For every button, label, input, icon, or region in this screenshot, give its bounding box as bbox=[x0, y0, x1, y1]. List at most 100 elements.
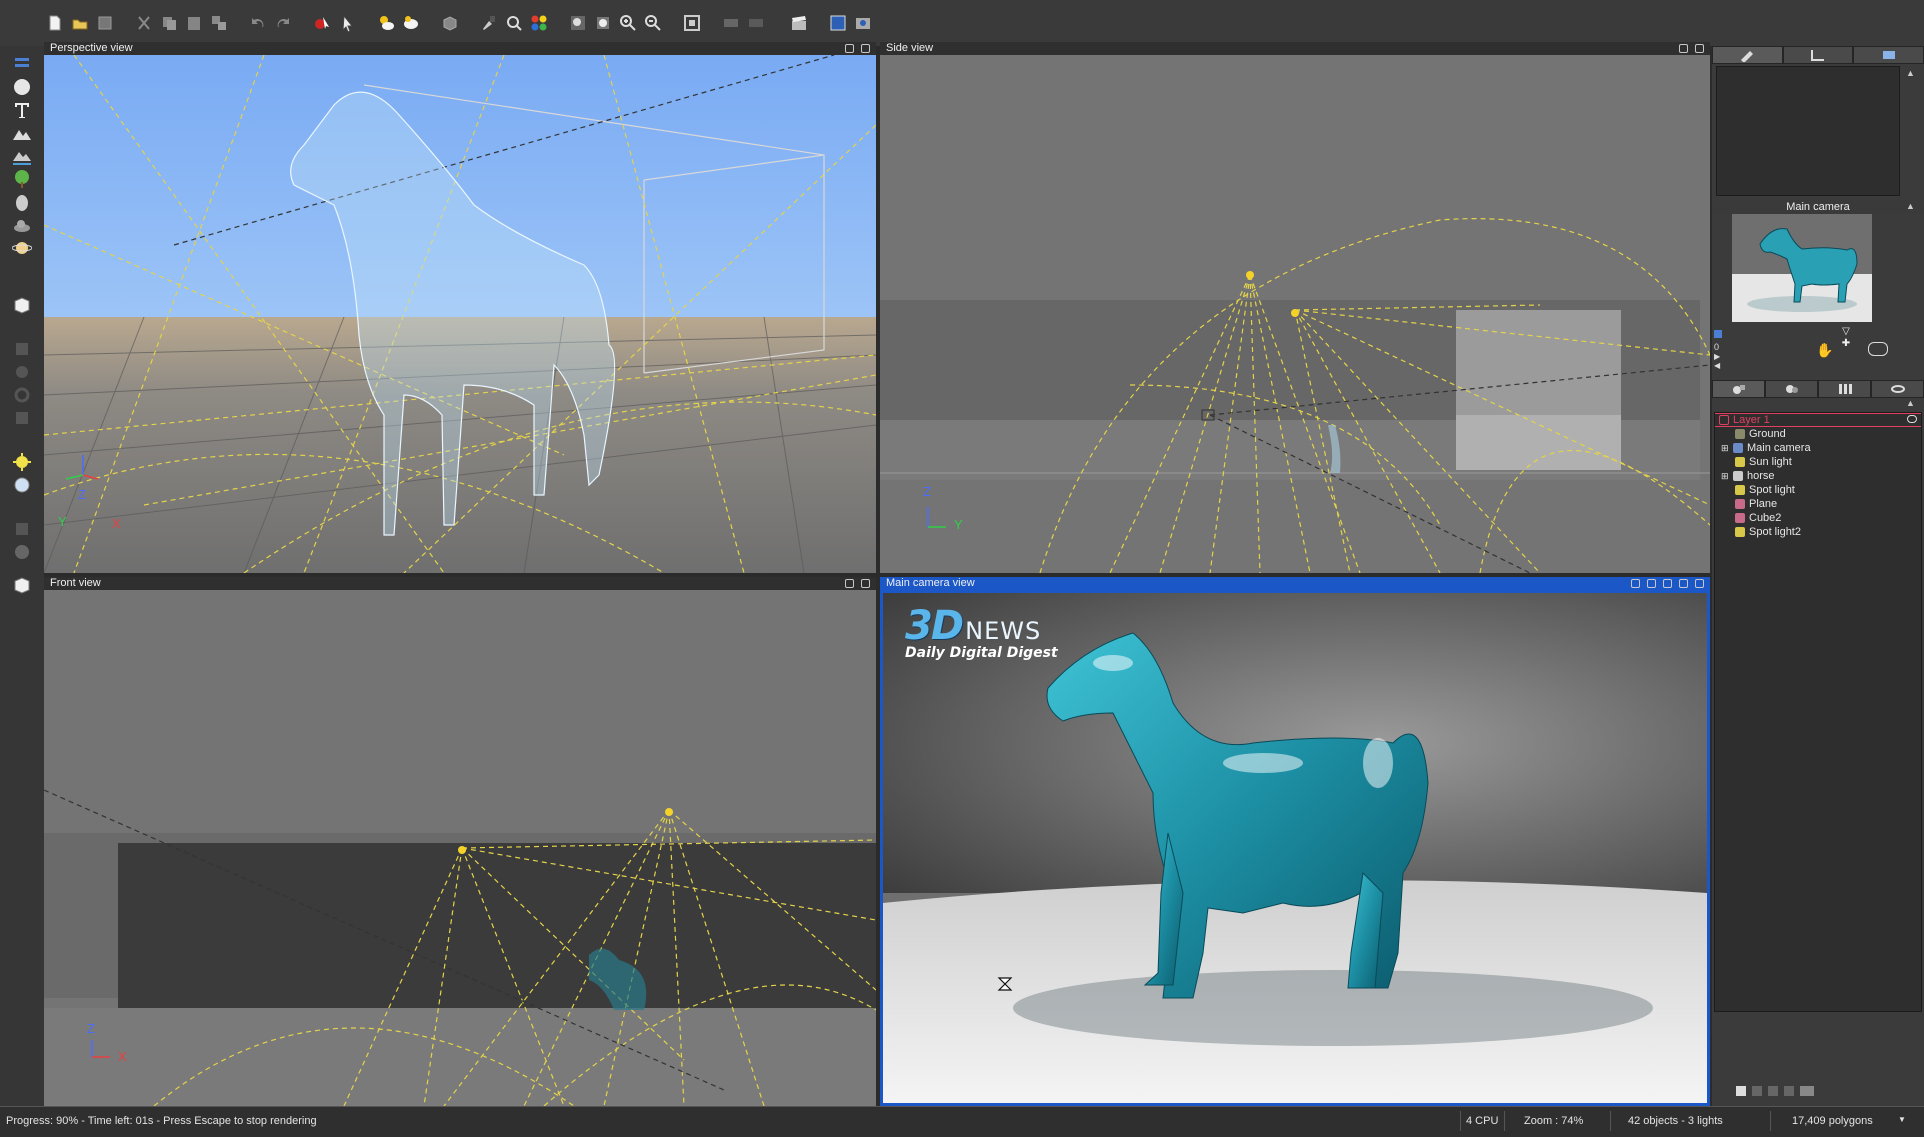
tab-properties[interactable] bbox=[1853, 46, 1924, 64]
duplicate-button[interactable] bbox=[208, 12, 230, 34]
cut-button[interactable] bbox=[133, 12, 155, 34]
preview-title: Main camera bbox=[1786, 201, 1850, 213]
ungroup-layer-icon[interactable] bbox=[1784, 1086, 1794, 1096]
clouds-button[interactable] bbox=[400, 12, 422, 34]
tree-item-plane[interactable]: Plane bbox=[1735, 497, 1777, 511]
expand-icon[interactable]: ⊞ bbox=[1721, 441, 1731, 455]
clapper-button[interactable] bbox=[788, 12, 810, 34]
cloud-tool[interactable] bbox=[10, 214, 34, 236]
light-tool[interactable] bbox=[10, 451, 34, 473]
zoom-selection-button[interactable] bbox=[592, 12, 614, 34]
tab-materials[interactable] bbox=[1765, 380, 1818, 398]
rock-tool[interactable] bbox=[10, 191, 34, 213]
import-tool[interactable] bbox=[10, 574, 34, 596]
text-tool[interactable] bbox=[10, 99, 34, 121]
torus-tool[interactable] bbox=[10, 384, 34, 406]
tab-edit[interactable] bbox=[1712, 46, 1783, 64]
render-area-button[interactable] bbox=[827, 12, 849, 34]
tree-item-layer[interactable]: Layer 1 bbox=[1719, 413, 1770, 427]
camera-move-icon[interactable]: ▽ ✚ bbox=[1840, 326, 1852, 362]
view-maximize-icon[interactable] bbox=[861, 44, 870, 53]
new-layer-icon[interactable] bbox=[1736, 1086, 1746, 1096]
water-tool[interactable] bbox=[10, 145, 34, 167]
objects-button[interactable] bbox=[439, 12, 461, 34]
terrain-tool[interactable] bbox=[10, 122, 34, 144]
zoom-icon[interactable] bbox=[1679, 579, 1688, 588]
side-viewport[interactable]: Z Y bbox=[880, 55, 1710, 573]
new-file-button[interactable] bbox=[44, 12, 66, 34]
boolean-tool[interactable] bbox=[10, 338, 34, 360]
zoom-in-button[interactable] bbox=[617, 12, 639, 34]
view-options-icon[interactable] bbox=[845, 579, 854, 588]
tree-item-spot-light2[interactable]: Spot light2 bbox=[1735, 525, 1801, 539]
zoom-out-button[interactable] bbox=[642, 12, 664, 34]
tab-layers[interactable] bbox=[1818, 380, 1871, 398]
tab-measure[interactable] bbox=[1782, 46, 1854, 64]
render-stop-icon[interactable] bbox=[1663, 579, 1672, 588]
atmosphere-button[interactable] bbox=[375, 12, 397, 34]
group-tool[interactable] bbox=[10, 407, 34, 429]
frame-button[interactable] bbox=[681, 12, 703, 34]
paste-button[interactable] bbox=[183, 12, 205, 34]
render-button[interactable] bbox=[852, 12, 874, 34]
metablob-tool[interactable] bbox=[10, 361, 34, 383]
tree-item-cube2[interactable]: Cube2 bbox=[1735, 511, 1781, 525]
open-file-button[interactable] bbox=[69, 12, 91, 34]
view-options-icon[interactable] bbox=[1679, 44, 1688, 53]
play-icon[interactable]: ▶ bbox=[1714, 352, 1726, 361]
view-options-icon[interactable] bbox=[845, 44, 854, 53]
camera-viewport[interactable]: 3D NEWS Daily Digital Digest bbox=[880, 590, 1710, 1106]
render-area-icon bbox=[830, 15, 846, 31]
camera-orbit-icon[interactable] bbox=[1868, 342, 1888, 356]
plant-tool[interactable] bbox=[10, 168, 34, 190]
tab-objects[interactable] bbox=[1712, 380, 1765, 398]
view-maximize-icon[interactable] bbox=[1695, 44, 1704, 53]
axis-label-y: Y bbox=[58, 514, 67, 529]
status-dropdown-icon[interactable]: ▼ bbox=[1898, 1115, 1906, 1124]
redo-button[interactable] bbox=[272, 12, 294, 34]
expand-icon[interactable]: ⊞ bbox=[1721, 469, 1731, 483]
undo-button[interactable] bbox=[247, 12, 269, 34]
tree-item-main-camera[interactable]: ⊞ Main camera bbox=[1721, 441, 1811, 455]
planet-tool[interactable] bbox=[10, 237, 34, 259]
primitive-tool[interactable] bbox=[10, 294, 34, 316]
tree-item-ground[interactable]: Ground bbox=[1735, 427, 1786, 441]
select-tool-button[interactable] bbox=[336, 12, 358, 34]
copy-button[interactable] bbox=[158, 12, 180, 34]
sphere-tool[interactable] bbox=[10, 76, 34, 98]
save-file-button[interactable] bbox=[94, 12, 116, 34]
status-separator bbox=[1504, 1111, 1505, 1131]
tab-links[interactable] bbox=[1871, 380, 1924, 398]
perspective-viewport[interactable]: Z Y X bbox=[44, 55, 876, 573]
keyframe-button[interactable] bbox=[745, 12, 767, 34]
render-preview-icon[interactable] bbox=[1631, 579, 1640, 588]
view-maximize-icon[interactable] bbox=[1695, 579, 1704, 588]
rewind-icon[interactable]: ◀ bbox=[1714, 361, 1726, 370]
select-object-button[interactable] bbox=[311, 12, 333, 34]
group-layer-icon[interactable] bbox=[1768, 1086, 1778, 1096]
tree-item-horse[interactable]: ⊞ horse bbox=[1721, 469, 1775, 483]
camera-tool[interactable] bbox=[10, 474, 34, 496]
tree-scroll-up-icon[interactable]: ▲ bbox=[1906, 398, 1915, 408]
scroll-up-icon[interactable]: ▲ bbox=[1906, 68, 1915, 78]
materials-button[interactable] bbox=[528, 12, 550, 34]
preview-color-swatch[interactable] bbox=[1714, 330, 1722, 338]
link-layer-icon[interactable] bbox=[1800, 1086, 1814, 1096]
pan-hand-icon[interactable]: ✋ bbox=[1816, 342, 1833, 358]
material-tool[interactable] bbox=[10, 541, 34, 563]
timeline-button[interactable] bbox=[720, 12, 742, 34]
tree-item-sun-light[interactable]: Sun light bbox=[1735, 455, 1792, 469]
preview-collapse-icon[interactable]: ▲ bbox=[1906, 201, 1915, 211]
library-tool[interactable] bbox=[10, 518, 34, 540]
front-viewport[interactable]: Z X bbox=[44, 590, 876, 1106]
view-maximize-icon[interactable] bbox=[861, 579, 870, 588]
delete-layer-icon[interactable] bbox=[1752, 1086, 1762, 1096]
zoom-extents-button[interactable] bbox=[567, 12, 589, 34]
camera-options-icon[interactable] bbox=[1647, 579, 1656, 588]
paint-button[interactable] bbox=[478, 12, 500, 34]
main-toolbar bbox=[0, 0, 1924, 46]
inspect-button[interactable] bbox=[503, 12, 525, 34]
visibility-eye-icon[interactable] bbox=[1907, 415, 1917, 423]
sidebar-grip-button[interactable] bbox=[10, 54, 34, 76]
tree-item-spot-light[interactable]: Spot light bbox=[1735, 483, 1795, 497]
